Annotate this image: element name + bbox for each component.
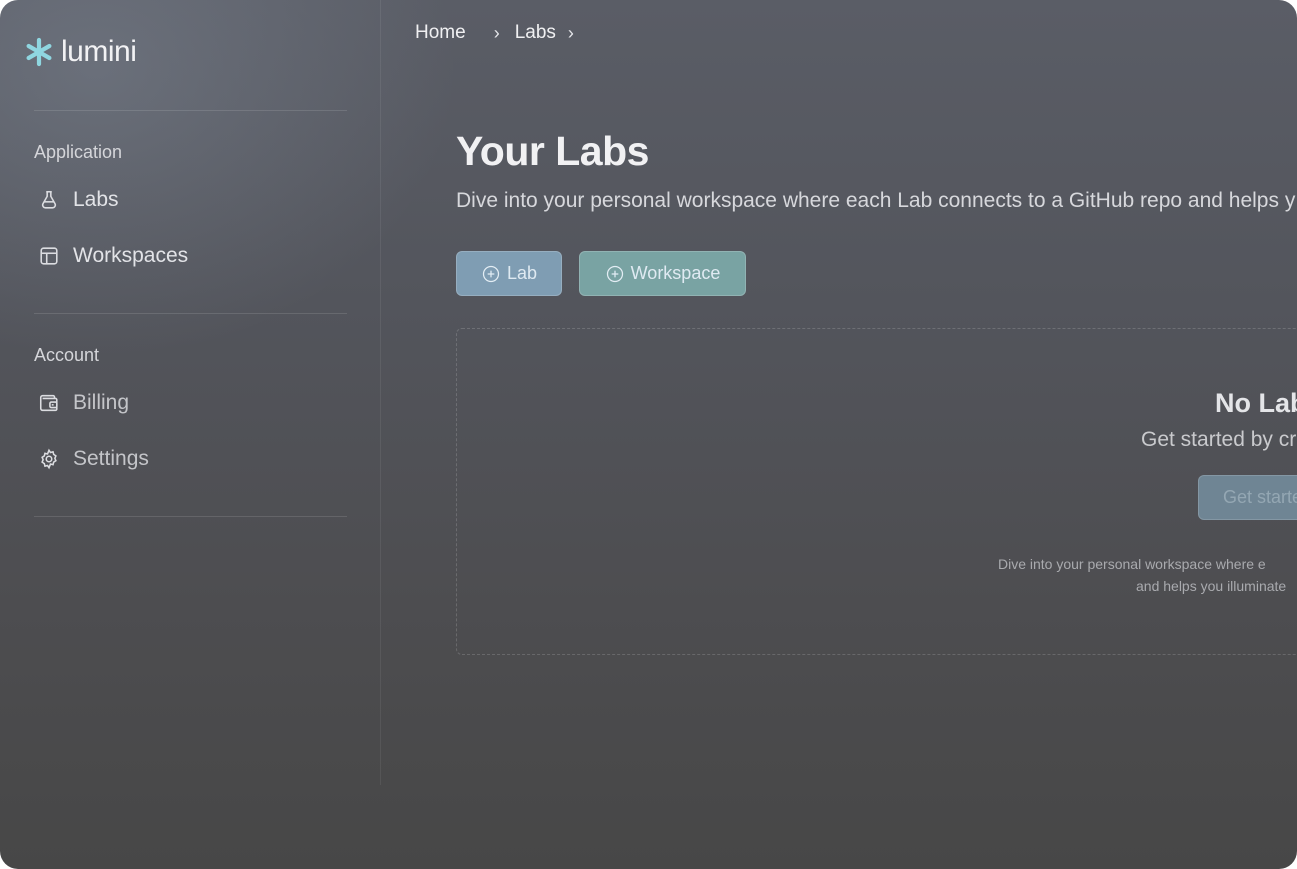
breadcrumb: Home › Labs › [415, 22, 574, 44]
flask-icon [41, 190, 57, 209]
empty-state-subtitle: Get started by cr [1141, 428, 1297, 451]
add-workspace-label: Workspace [630, 263, 721, 283]
sidebar-item-settings[interactable]: Settings [38, 441, 149, 477]
section-label-application: Application [34, 142, 123, 162]
chevron-right-icon: › [493, 22, 500, 43]
logo[interactable]: lumini [23, 32, 137, 72]
sidebar-item-label: Workspaces [73, 244, 189, 267]
get-started-button[interactable]: Get starte [1198, 475, 1297, 520]
sidebar-divider [34, 313, 347, 314]
empty-state-panel [456, 328, 1297, 655]
wallet-icon [39, 394, 58, 412]
empty-state-title: No Lab [1215, 388, 1297, 418]
gear-icon [41, 448, 57, 470]
layout-icon [40, 247, 58, 265]
add-lab-label: Lab [506, 263, 538, 283]
sidebar-item-billing[interactable]: Billing [38, 385, 129, 421]
breadcrumb-labs[interactable]: Labs [515, 22, 556, 44]
sidebar-item-label: Labs [73, 188, 119, 211]
sidebar-divider [34, 110, 347, 111]
sidebar: lumini Application Labs Workspaces Accou… [0, 0, 381, 785]
section-label-account: Account [34, 345, 100, 365]
sidebar-item-label: Settings [73, 447, 149, 470]
add-lab-button[interactable]: Lab [456, 251, 562, 296]
asterisk-logo-icon [26, 37, 52, 67]
empty-state-note: and helps you illuminate [1136, 578, 1287, 594]
chevron-right-icon: › [567, 22, 574, 43]
page-title: Your Labs [456, 128, 649, 174]
plus-circle-icon [482, 265, 500, 282]
sidebar-item-workspaces[interactable]: Workspaces [38, 238, 188, 274]
add-workspace-button[interactable]: Workspace [579, 251, 746, 296]
sidebar-divider [34, 516, 347, 517]
breadcrumb-home[interactable]: Home [415, 22, 466, 44]
app-window: lumini Application Labs Workspaces Accou… [0, 0, 1297, 869]
plus-circle-icon [606, 265, 623, 282]
page-description: Dive into your personal workspace where … [456, 189, 1296, 212]
sidebar-item-labs[interactable]: Labs [38, 182, 119, 218]
sidebar-item-label: Billing [73, 391, 130, 414]
app-name: lumini [61, 35, 137, 68]
empty-state-note: Dive into your personal workspace where … [998, 556, 1266, 572]
